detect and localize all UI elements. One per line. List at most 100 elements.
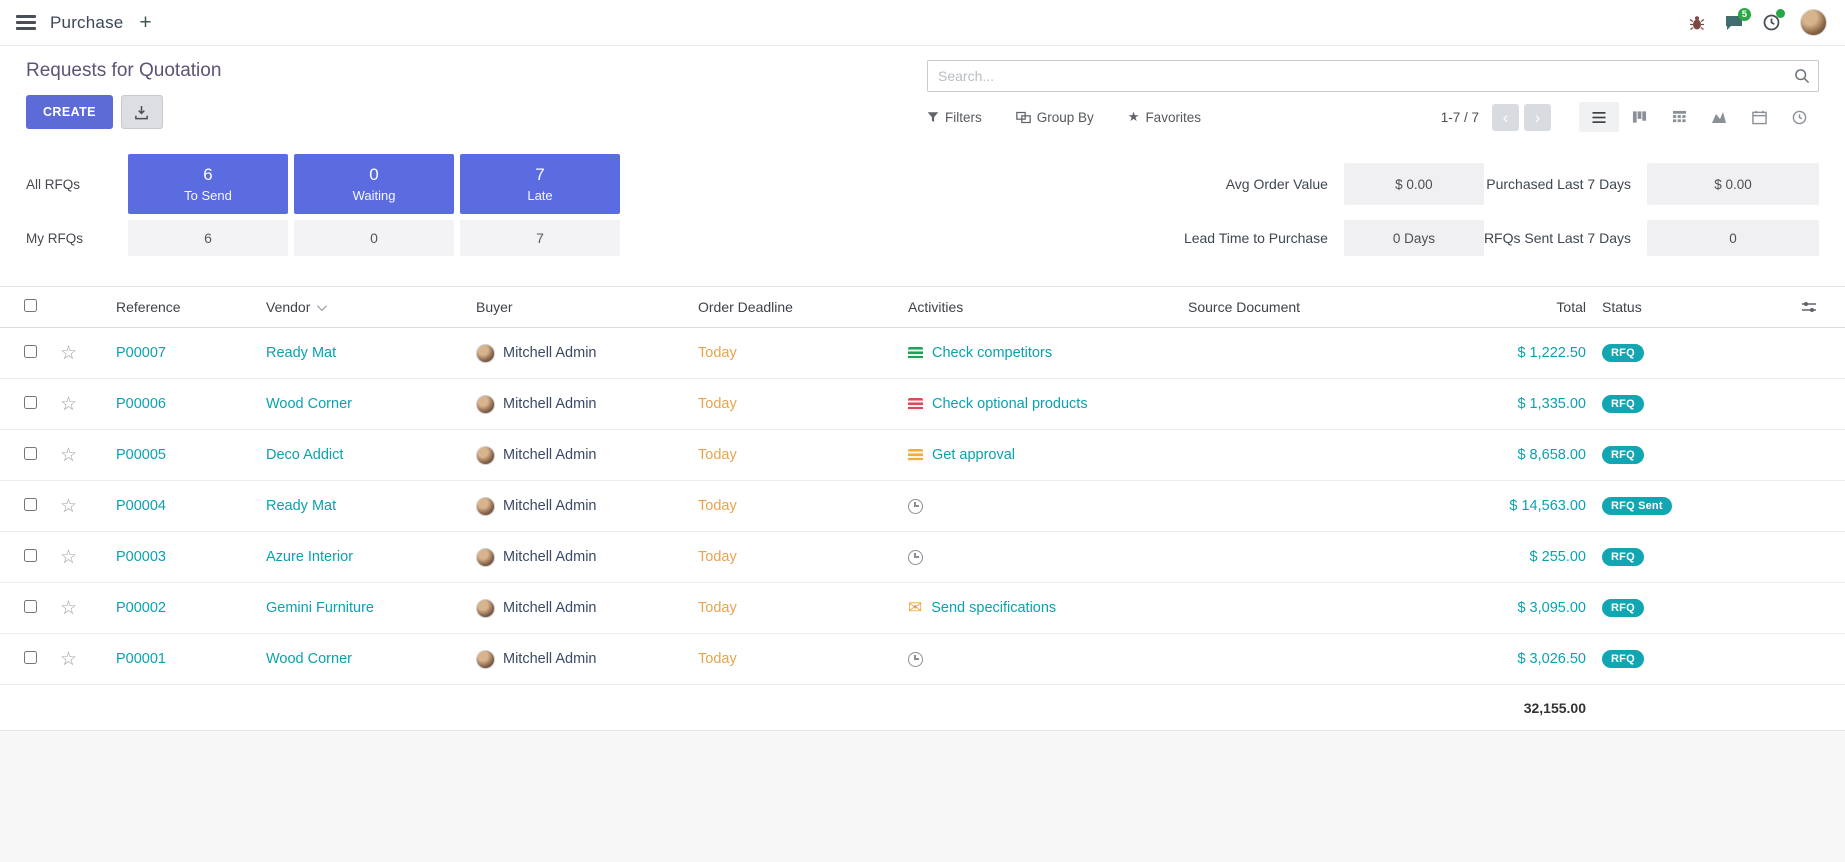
table-row[interactable]: ☆ P00002 Gemini Furniture Mitchell Admin… bbox=[0, 583, 1845, 634]
reference-link[interactable]: P00001 bbox=[116, 651, 266, 667]
my-late[interactable]: 7 bbox=[460, 220, 620, 256]
plus-icon[interactable]: + bbox=[139, 12, 151, 33]
reference-link[interactable]: P00002 bbox=[116, 600, 266, 616]
reference-link[interactable]: P00004 bbox=[116, 498, 266, 514]
column-header-buyer[interactable]: Buyer bbox=[476, 299, 698, 315]
reference-link[interactable]: P00005 bbox=[116, 447, 266, 463]
favorites-button[interactable]: ★ Favorites bbox=[1128, 109, 1201, 125]
select-all-checkbox[interactable] bbox=[24, 299, 37, 312]
reference-link[interactable]: P00007 bbox=[116, 345, 266, 361]
row-checkbox-cell bbox=[16, 345, 60, 362]
row-checkbox[interactable] bbox=[24, 345, 37, 358]
list-view-button[interactable] bbox=[1579, 102, 1619, 132]
vendor-link[interactable]: Ready Mat bbox=[266, 498, 476, 514]
search-input[interactable] bbox=[930, 61, 1794, 91]
order-deadline: Today bbox=[698, 498, 908, 514]
activity-type-icon[interactable] bbox=[908, 347, 923, 360]
column-header-total[interactable]: Total bbox=[1428, 299, 1588, 315]
my-to-send[interactable]: 6 bbox=[128, 220, 288, 256]
activity-type-icon[interactable] bbox=[908, 499, 923, 514]
total-amount: $ 14,563.00 bbox=[1428, 498, 1588, 514]
table-row[interactable]: ☆ P00006 Wood Corner Mitchell Admin Toda… bbox=[0, 379, 1845, 430]
table-row[interactable]: ☆ P00004 Ready Mat Mitchell Admin Today … bbox=[0, 481, 1845, 532]
my-waiting[interactable]: 0 bbox=[294, 220, 454, 256]
row-checkbox[interactable] bbox=[24, 600, 37, 613]
column-header-order-deadline[interactable]: Order Deadline bbox=[698, 299, 908, 315]
messages-icon[interactable]: 5 bbox=[1725, 15, 1743, 31]
reference-link[interactable]: P00003 bbox=[116, 549, 266, 565]
kpi-count: 0 bbox=[369, 165, 378, 185]
kpi-late[interactable]: 7 Late bbox=[460, 154, 620, 214]
filters-button[interactable]: Filters bbox=[927, 110, 982, 125]
activity-type-icon[interactable] bbox=[908, 550, 923, 565]
activity-type-icon[interactable] bbox=[908, 652, 923, 667]
status-badge: RFQ bbox=[1602, 344, 1644, 362]
reference-link[interactable]: P00006 bbox=[116, 396, 266, 412]
activity-type-icon[interactable] bbox=[908, 599, 922, 617]
activity-label[interactable]: Get approval bbox=[932, 447, 1015, 463]
search-icon[interactable] bbox=[1794, 68, 1810, 84]
table-row[interactable]: ☆ P00005 Deco Addict Mitchell Admin Toda… bbox=[0, 430, 1845, 481]
content-background bbox=[0, 731, 1845, 862]
row-checkbox[interactable] bbox=[24, 651, 37, 664]
buyer-cell: Mitchell Admin bbox=[476, 548, 698, 567]
optional-columns-icon[interactable] bbox=[1801, 300, 1829, 314]
favorite-star-icon[interactable]: ☆ bbox=[60, 496, 77, 517]
column-header-vendor[interactable]: Vendor bbox=[266, 299, 476, 315]
favorite-star-icon[interactable]: ☆ bbox=[60, 394, 77, 415]
row-checkbox[interactable] bbox=[24, 447, 37, 460]
column-header-reference[interactable]: Reference bbox=[116, 299, 266, 315]
messages-count-badge: 5 bbox=[1738, 8, 1751, 21]
pivot-view-button[interactable] bbox=[1659, 102, 1699, 132]
vendor-link[interactable]: Azure Interior bbox=[266, 549, 476, 565]
rfq-list: Reference Vendor Buyer Order Deadline Ac… bbox=[0, 286, 1845, 731]
kanban-view-button[interactable] bbox=[1619, 102, 1659, 132]
pager-next-button[interactable]: › bbox=[1524, 104, 1551, 131]
export-button[interactable] bbox=[121, 95, 163, 129]
table-row[interactable]: ☆ P00007 Ready Mat Mitchell Admin Today … bbox=[0, 328, 1845, 379]
vendor-link[interactable]: Wood Corner bbox=[266, 651, 476, 667]
activity-label[interactable]: Check competitors bbox=[932, 345, 1052, 361]
table-row[interactable]: ☆ P00003 Azure Interior Mitchell Admin T… bbox=[0, 532, 1845, 583]
user-avatar[interactable] bbox=[1800, 9, 1827, 36]
pager-previous-button[interactable]: ‹ bbox=[1492, 104, 1519, 131]
table-row[interactable]: ☆ P00001 Wood Corner Mitchell Admin Toda… bbox=[0, 634, 1845, 685]
column-header-source-document[interactable]: Source Document bbox=[1188, 299, 1428, 315]
vendor-link[interactable]: Wood Corner bbox=[266, 396, 476, 412]
app-name[interactable]: Purchase bbox=[50, 13, 123, 33]
stat-rfqs-sent-last-7-days: 0 bbox=[1647, 220, 1819, 256]
vendor-link[interactable]: Gemini Furniture bbox=[266, 600, 476, 616]
group-by-button[interactable]: Group By bbox=[1016, 110, 1094, 125]
vendor-link[interactable]: Deco Addict bbox=[266, 447, 476, 463]
row-checkbox[interactable] bbox=[24, 549, 37, 562]
total-amount: $ 1,335.00 bbox=[1428, 396, 1588, 412]
activity-type-icon[interactable] bbox=[908, 449, 923, 462]
footer-total-sum: 32,155.00 bbox=[1428, 700, 1588, 716]
vendor-link[interactable]: Ready Mat bbox=[266, 345, 476, 361]
column-header-activities[interactable]: Activities bbox=[908, 299, 1188, 315]
row-checkbox[interactable] bbox=[24, 396, 37, 409]
apps-menu-icon[interactable] bbox=[16, 15, 36, 29]
favorite-star-icon[interactable]: ☆ bbox=[60, 445, 77, 466]
column-header-status[interactable]: Status bbox=[1588, 299, 1718, 315]
favorite-star-icon[interactable]: ☆ bbox=[60, 343, 77, 364]
kpi-count: 7 bbox=[535, 165, 544, 185]
kpi-waiting[interactable]: 0 Waiting bbox=[294, 154, 454, 214]
my-rfqs-label: My RFQs bbox=[26, 231, 122, 246]
activity-type-icon[interactable] bbox=[908, 398, 923, 411]
favorite-star-icon[interactable]: ☆ bbox=[60, 547, 77, 568]
favorite-star-icon[interactable]: ☆ bbox=[60, 598, 77, 619]
bug-icon[interactable] bbox=[1689, 15, 1705, 31]
row-checkbox[interactable] bbox=[24, 498, 37, 511]
favorite-star-icon[interactable]: ☆ bbox=[60, 649, 77, 670]
graph-view-button[interactable] bbox=[1699, 102, 1739, 132]
kpi-to-send[interactable]: 6 To Send bbox=[128, 154, 288, 214]
activity-label[interactable]: Send specifications bbox=[931, 600, 1056, 616]
calendar-view-button[interactable] bbox=[1739, 102, 1779, 132]
create-button[interactable]: CREATE bbox=[26, 95, 113, 129]
control-panel-right: Filters Group By ★ Favorites 1-7 / 7 ‹ › bbox=[927, 60, 1819, 132]
activity-view-button[interactable] bbox=[1779, 102, 1819, 132]
stat-lead-time: 0 Days bbox=[1344, 220, 1484, 256]
activity-label[interactable]: Check optional products bbox=[932, 396, 1088, 412]
activities-clock-icon[interactable] bbox=[1763, 14, 1780, 31]
